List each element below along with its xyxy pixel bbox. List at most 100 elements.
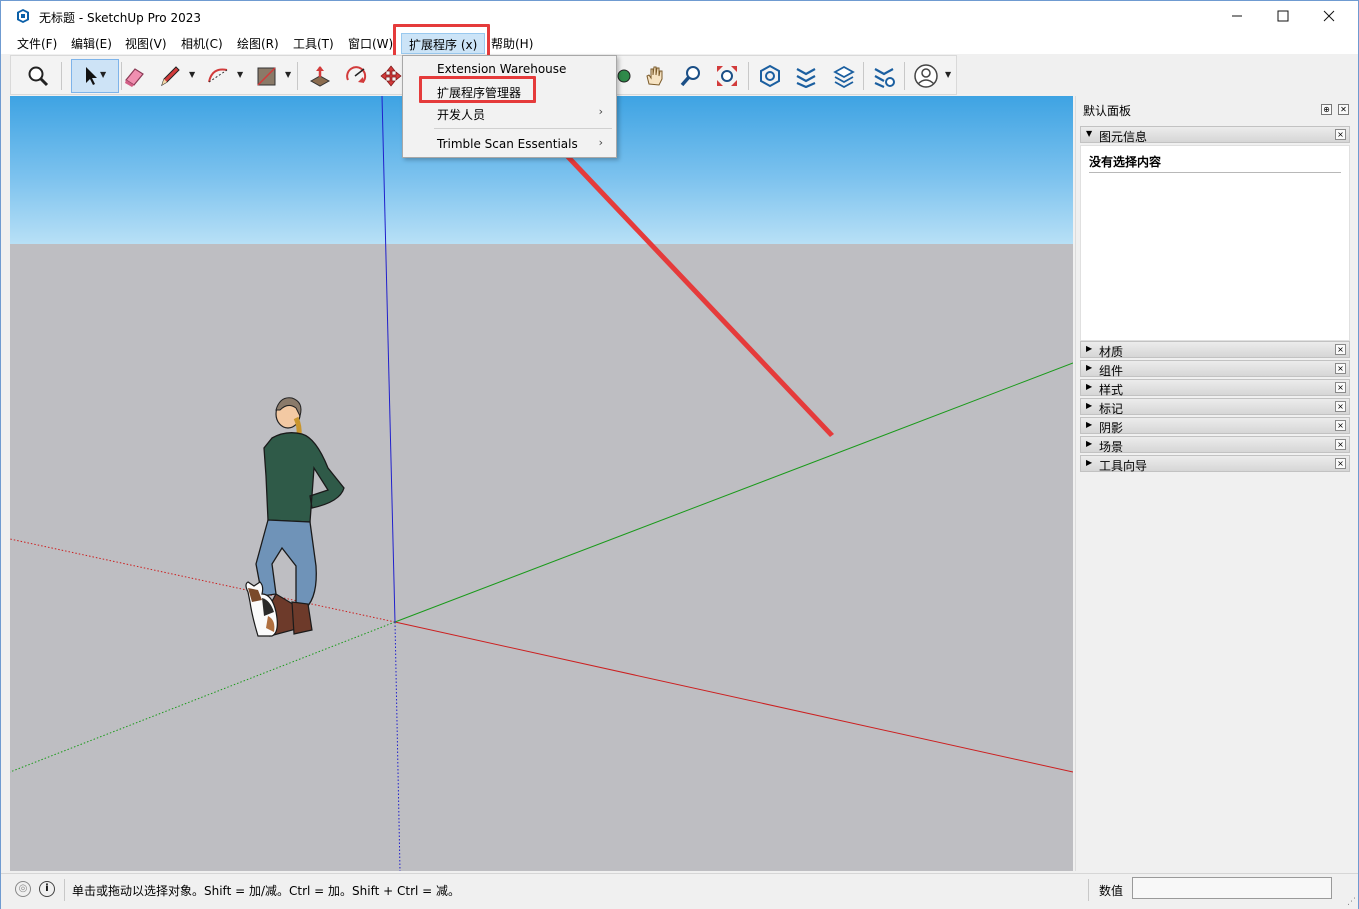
menu-camera[interactable]: 相机(C) bbox=[181, 35, 223, 52]
tray-close-icon[interactable]: × bbox=[1335, 344, 1346, 355]
maximize-button[interactable] bbox=[1260, 1, 1306, 31]
tray-label: 材质 bbox=[1099, 345, 1124, 359]
status-separator bbox=[64, 879, 65, 901]
menu-draw[interactable]: 绘图(R) bbox=[237, 35, 279, 52]
resize-grip-icon[interactable]: ⋰ bbox=[1347, 897, 1356, 907]
menu-item-developer[interactable]: 开发人员 › bbox=[404, 102, 615, 124]
collapse-triangle-icon: ▶ bbox=[1086, 344, 1093, 353]
menu-separator bbox=[434, 128, 612, 129]
pin-icon: ⊕ bbox=[1323, 105, 1330, 114]
shape-dropdown-icon[interactable]: ▼ bbox=[285, 70, 291, 79]
layout-icon bbox=[833, 65, 855, 88]
3d-warehouse-button[interactable] bbox=[755, 61, 785, 91]
menu-window[interactable]: 窗口(W) bbox=[348, 35, 393, 52]
tray-close-icon[interactable]: × bbox=[1335, 401, 1346, 412]
tray-shadows[interactable]: ▶ 阴影 × bbox=[1080, 417, 1350, 435]
default-tray-panel: 默认面板 ⊕ ✕ ▼ 图元信息 × 没有选择内容 ▶ 材质 × ▶ 组件 × ▶… bbox=[1075, 96, 1357, 871]
toolbar-separator bbox=[748, 62, 749, 90]
tray-close-icon[interactable]: × bbox=[1335, 420, 1346, 431]
tray-close-icon[interactable]: × bbox=[1335, 363, 1346, 374]
pan-tool-button[interactable] bbox=[640, 61, 670, 91]
account-dropdown-icon[interactable]: ▼ bbox=[945, 70, 951, 79]
red-axis-negative bbox=[10, 538, 396, 623]
extension-manager-button[interactable] bbox=[869, 61, 899, 91]
menu-file[interactable]: 文件(F) bbox=[17, 35, 57, 52]
pencil-dropdown-icon[interactable]: ▼ bbox=[189, 70, 195, 79]
menu-item-label: Trimble Scan Essentials bbox=[437, 137, 578, 151]
close-icon bbox=[1323, 10, 1335, 22]
layout-button[interactable] bbox=[829, 61, 859, 91]
arc-tool-button[interactable] bbox=[203, 61, 233, 91]
shape-icon bbox=[257, 67, 276, 86]
drawing-viewport[interactable] bbox=[10, 96, 1073, 871]
eraser-icon bbox=[125, 68, 144, 87]
tray-close-icon[interactable]: × bbox=[1335, 458, 1346, 469]
zoom-extents-tool-button[interactable] bbox=[712, 61, 742, 91]
tray-tags[interactable]: ▶ 标记 × bbox=[1080, 398, 1350, 416]
panel-pin-button[interactable]: ⊕ bbox=[1321, 104, 1332, 115]
rotate-tool-button[interactable] bbox=[341, 61, 371, 91]
menu-item-extension-warehouse[interactable]: Extension Warehouse bbox=[404, 58, 615, 80]
menu-bar: 文件(F) 编辑(E) 视图(V) 相机(C) 绘图(R) 工具(T) 窗口(W… bbox=[1, 32, 1358, 54]
extension-warehouse-icon bbox=[796, 68, 816, 88]
account-button[interactable] bbox=[911, 61, 941, 91]
green-axis-positive bbox=[394, 362, 1073, 623]
expand-triangle-icon: ▼ bbox=[1086, 129, 1093, 138]
collapse-triangle-icon: ▶ bbox=[1086, 439, 1093, 448]
menu-item-extension-manager[interactable]: 扩展程序管理器 bbox=[404, 80, 615, 102]
maximize-icon bbox=[1277, 10, 1289, 22]
tray-materials[interactable]: ▶ 材质 × bbox=[1080, 341, 1350, 359]
measurements-input[interactable] bbox=[1132, 877, 1332, 899]
submenu-arrow-icon: › bbox=[598, 105, 603, 118]
sketchup-window: 无标题 - SketchUp Pro 2023 文件(F) 编辑(E) 视图(V… bbox=[0, 0, 1359, 909]
divider bbox=[1089, 172, 1341, 173]
tray-close-icon[interactable]: × bbox=[1335, 382, 1346, 393]
tray-instructor[interactable]: ▶ 工具向导 × bbox=[1080, 455, 1350, 473]
menu-item-trimble-scan-essentials[interactable]: Trimble Scan Essentials › bbox=[404, 133, 615, 155]
tray-label: 标记 bbox=[1099, 402, 1124, 416]
arc-dropdown-icon[interactable]: ▼ bbox=[237, 70, 243, 79]
shape-tool-button[interactable] bbox=[251, 61, 281, 91]
status-hint-text: 单击或拖动以选择对象。Shift = 加/减。Ctrl = 加。Shift + … bbox=[72, 884, 461, 898]
menu-view[interactable]: 视图(V) bbox=[125, 35, 167, 52]
green-axis-negative bbox=[10, 621, 396, 773]
tray-close-icon[interactable]: × bbox=[1335, 439, 1346, 450]
collapse-triangle-icon: ▶ bbox=[1086, 420, 1093, 429]
menu-help[interactable]: 帮助(H) bbox=[491, 35, 533, 52]
tray-label: 工具向导 bbox=[1099, 459, 1148, 473]
panel-title: 默认面板 bbox=[1083, 104, 1132, 118]
push-pull-tool-button[interactable] bbox=[305, 61, 335, 91]
extension-warehouse-button[interactable] bbox=[791, 61, 821, 91]
menu-edit[interactable]: 编辑(E) bbox=[71, 35, 112, 52]
blue-axis-negative bbox=[394, 621, 401, 871]
minimize-button[interactable] bbox=[1214, 1, 1260, 31]
toolbar-separator bbox=[904, 62, 905, 90]
tray-scenes[interactable]: ▶ 场景 × bbox=[1080, 436, 1350, 454]
select-dropdown-icon[interactable]: ▼ bbox=[100, 70, 106, 79]
tray-components[interactable]: ▶ 组件 × bbox=[1080, 360, 1350, 378]
tray-close-icon[interactable]: × bbox=[1335, 129, 1346, 140]
zoom-tool-button[interactable] bbox=[23, 61, 53, 91]
eraser-tool-button[interactable] bbox=[119, 61, 149, 91]
geolocation-icon[interactable]: ◎ bbox=[15, 881, 31, 897]
toolbar-separator bbox=[863, 62, 864, 90]
collapse-triangle-icon: ▶ bbox=[1086, 401, 1093, 410]
menu-item-label: 开发人员 bbox=[437, 108, 486, 122]
title-bar: 无标题 - SketchUp Pro 2023 bbox=[1, 1, 1358, 32]
tray-entity-info[interactable]: ▼ 图元信息 × bbox=[1080, 126, 1350, 144]
zoom-window-tool-button[interactable] bbox=[676, 61, 706, 91]
menu-extensions[interactable]: 扩展程序 (x) bbox=[401, 33, 485, 54]
scene-canvas bbox=[10, 96, 1073, 871]
close-icon: ✕ bbox=[1340, 105, 1347, 114]
tray-label: 组件 bbox=[1099, 364, 1124, 378]
pencil-tool-button[interactable] bbox=[155, 61, 185, 91]
status-bar: ◎ i 单击或拖动以选择对象。Shift = 加/减。Ctrl = 加。Shif… bbox=[1, 873, 1358, 909]
info-icon[interactable]: i bbox=[39, 881, 55, 897]
menu-tools[interactable]: 工具(T) bbox=[293, 35, 334, 52]
red-axis-positive bbox=[394, 621, 1073, 773]
panel-close-button[interactable]: ✕ bbox=[1338, 104, 1349, 115]
tray-styles[interactable]: ▶ 样式 × bbox=[1080, 379, 1350, 397]
pan-icon bbox=[646, 66, 663, 86]
tray-label: 场景 bbox=[1099, 440, 1124, 454]
close-button[interactable] bbox=[1306, 1, 1352, 31]
